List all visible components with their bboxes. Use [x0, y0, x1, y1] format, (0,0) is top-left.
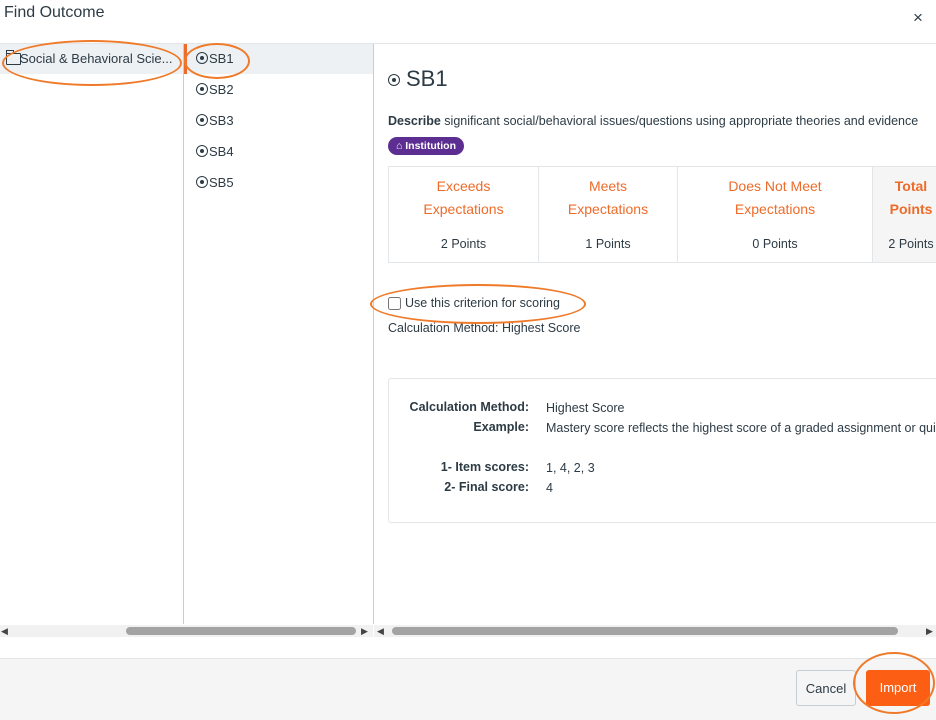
calc-key: 2- Final score:: [444, 480, 529, 494]
outcome-column: SB1 SB2 SB3 SB4 SB5: [184, 44, 374, 624]
calc-value: Highest Score: [546, 401, 625, 415]
outcome-item-sb5[interactable]: SB5: [184, 168, 373, 198]
rubric-rating: Does Not Meet Expectations: [678, 175, 872, 221]
criterion-checkbox[interactable]: [388, 297, 401, 311]
rubric-rating-line: Expectations: [423, 201, 504, 217]
outcome-item-sb1[interactable]: SB1: [184, 44, 373, 74]
outcome-label: SB3: [209, 113, 234, 128]
target-icon: [388, 74, 400, 87]
calc-key: Example:: [473, 420, 529, 434]
scroll-right-icon[interactable]: ▶: [361, 625, 368, 637]
rubric-points: 1 Points: [585, 237, 631, 251]
rubric-cell-exceeds: Exceeds Expectations 2 Points: [389, 167, 539, 262]
folder-icon: [6, 50, 21, 65]
outcome-detail: SB1 Describe significant social/behavior…: [374, 44, 936, 624]
rubric-table: Exceeds Expectations 2 Points Meets Expe…: [388, 166, 936, 263]
description-bold: Describe: [388, 114, 441, 128]
outcome-list-scrollbar[interactable]: ◀ ▶: [0, 625, 373, 637]
outcome-item-sb2[interactable]: SB2: [184, 75, 373, 105]
rubric-cell-does-not-meet: Does Not Meet Expectations 0 Points: [678, 167, 873, 262]
rubric-rating-line: Does Not Meet: [728, 178, 822, 194]
institution-icon: ⌂: [396, 140, 406, 152]
target-icon: [196, 83, 208, 95]
rubric-rating-line: Meets: [588, 178, 628, 194]
outcome-label: SB4: [209, 144, 234, 159]
description-text: significant social/behavioral issues/que…: [440, 114, 919, 128]
dialog-header: Find Outcome ×: [0, 0, 936, 44]
rubric-rating-line: Exceeds: [436, 178, 491, 194]
institution-badge: ⌂ Institution: [388, 137, 465, 155]
badge-label: Institution: [405, 140, 457, 152]
rubric-rating-line: Expectations: [567, 201, 649, 217]
folder-label: Social & Behavioral Scie...: [20, 51, 173, 66]
calculation-method-line: Calculation Method: Highest Score: [388, 321, 581, 335]
rubric-cell-meets: Meets Expectations 1 Points: [539, 167, 678, 262]
rubric-rating-line: Expectations: [734, 201, 816, 217]
outcome-item-sb4[interactable]: SB4: [184, 137, 373, 167]
outcome-label: SB5: [209, 175, 234, 190]
scroll-left-icon[interactable]: ◀: [1, 625, 8, 637]
outcome-label: SB2: [209, 82, 234, 97]
dialog-footer: Cancel Import: [0, 658, 936, 720]
calc-key: Calculation Method:: [409, 400, 529, 414]
criterion-label: Use this criterion for scoring: [405, 296, 560, 310]
target-icon: [196, 52, 208, 64]
rubric-total-points: 2 Points: [888, 237, 934, 251]
calc-key: 1- Item scores:: [440, 460, 529, 474]
rubric-total-line: Points: [889, 201, 933, 217]
outcome-description: Describe significant social/behavioral i…: [388, 114, 918, 128]
calculation-box: Calculation Method: Highest Score Exampl…: [388, 378, 936, 523]
folder-item-social-behavioral[interactable]: Social & Behavioral Scie...: [0, 44, 183, 74]
outcome-label: SB1: [209, 51, 234, 66]
close-icon[interactable]: ×: [913, 8, 923, 28]
scrollbar-thumb[interactable]: [392, 627, 898, 635]
calc-value: 1, 4, 2, 3: [546, 461, 595, 475]
target-icon: [196, 176, 208, 188]
outcome-title: SB1: [388, 66, 448, 92]
rubric-total-heading: Total Points: [873, 175, 936, 221]
calc-value: 4: [546, 481, 553, 495]
outcome-title-text: SB1: [406, 66, 448, 91]
rubric-total-line: Total: [894, 178, 928, 194]
folder-column: Social & Behavioral Scie...: [0, 44, 184, 624]
rubric-points: 0 Points: [752, 237, 798, 251]
rubric-cell-total: Total Points 2 Points: [873, 167, 936, 262]
dialog-title: Find Outcome: [4, 4, 105, 21]
detail-scrollbar[interactable]: ◀ ▶: [374, 625, 936, 637]
scroll-left-icon[interactable]: ◀: [377, 625, 384, 637]
rubric-rating: Exceeds Expectations: [389, 175, 538, 221]
target-icon: [196, 145, 208, 157]
import-button[interactable]: Import: [866, 670, 930, 706]
scroll-right-icon[interactable]: ▶: [926, 625, 933, 637]
rubric-rating: Meets Expectations: [539, 175, 677, 221]
rubric-points: 2 Points: [440, 237, 487, 251]
calc-value: Mastery score reflects the highest score…: [546, 421, 936, 435]
cancel-button[interactable]: Cancel: [796, 670, 856, 706]
outcome-item-sb3[interactable]: SB3: [184, 106, 373, 136]
scrollbar-thumb[interactable]: [126, 627, 356, 635]
criterion-checkbox-row[interactable]: Use this criterion for scoring: [388, 296, 560, 311]
target-icon: [196, 114, 208, 126]
